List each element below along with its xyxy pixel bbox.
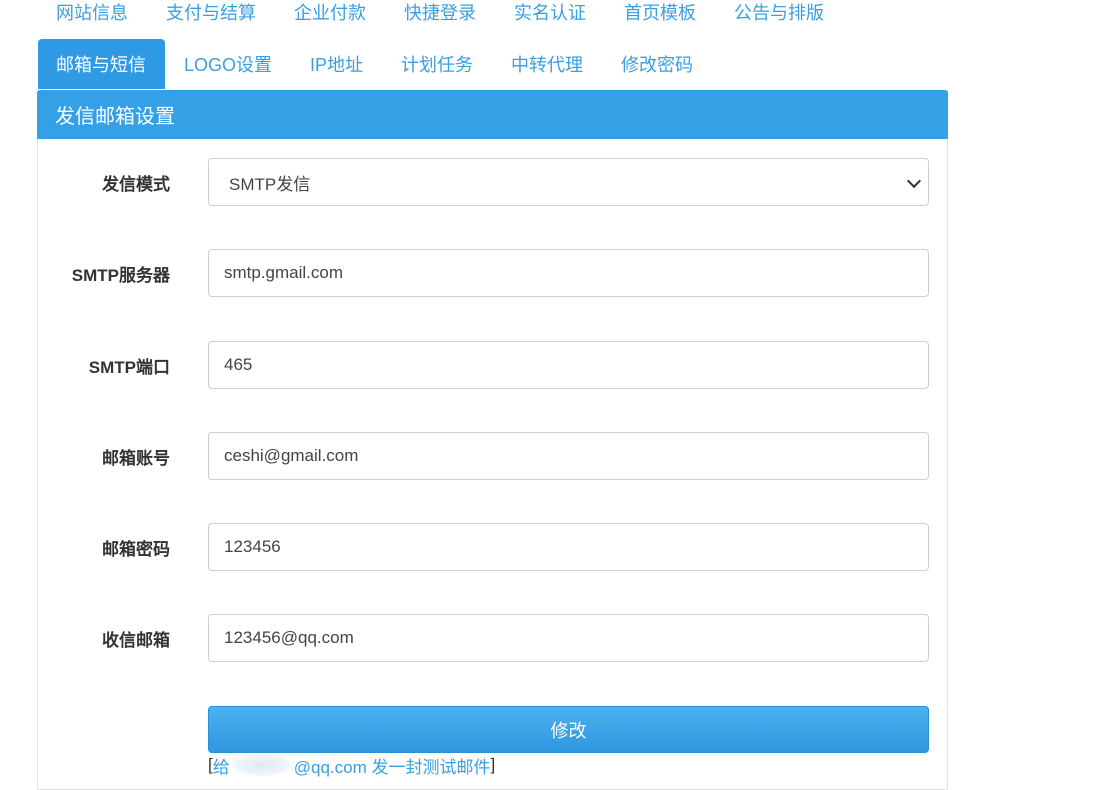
receiver-mail-input[interactable]: [208, 614, 929, 662]
mail-password-label: 邮箱密码: [102, 539, 170, 559]
send-test-mail-link[interactable]: 给 @qq.com 发一封测试邮件: [212, 753, 491, 778]
smtp-port-input[interactable]: [208, 341, 929, 389]
form-row-smtp-server: SMTP服务器: [37, 249, 948, 297]
tab-logo-settings[interactable]: LOGO设置: [165, 39, 291, 89]
chevron-down-icon: [906, 173, 922, 189]
send-mode-select[interactable]: SMTP发信: [208, 158, 929, 206]
form-row-mail-password: 邮箱密码: [37, 523, 948, 571]
nav-row-secondary: 邮箱与短信 LOGO设置 IP地址 计划任务 中转代理 修改密码: [38, 39, 712, 89]
panel-title: 发信邮箱设置: [37, 90, 948, 139]
test-mail-line: [ 给 @qq.com 发一封测试邮件 ]: [208, 753, 495, 777]
tab-ip-address[interactable]: IP地址: [291, 39, 382, 89]
tab-change-password[interactable]: 修改密码: [602, 39, 712, 89]
form-row-smtp-port: SMTP端口: [37, 341, 948, 389]
submit-button[interactable]: 修改: [208, 706, 929, 753]
smtp-server-label: SMTP服务器: [71, 265, 170, 285]
redacted-email-mask: [231, 754, 292, 776]
smtp-port-label: SMTP端口: [88, 357, 170, 377]
form-row-send-mode: 发信模式 SMTP发信: [37, 158, 948, 206]
send-mode-label: 发信模式: [102, 174, 170, 194]
test-mail-close-bracket: ]: [490, 755, 496, 774]
tab-announcement-layout[interactable]: 公告与排版: [715, 0, 843, 32]
tab-mail-sms[interactable]: 邮箱与短信: [38, 39, 165, 89]
mail-account-label: 邮箱账号: [102, 448, 170, 468]
tab-scheduled-tasks[interactable]: 计划任务: [382, 39, 492, 89]
send-mode-value: SMTP发信: [229, 174, 311, 194]
test-mail-suffix: @qq.com 发一封测试邮件: [293, 757, 491, 777]
receiver-mail-label: 收信邮箱: [102, 630, 170, 650]
tab-quick-login[interactable]: 快捷登录: [385, 0, 495, 32]
tab-payment-settlement[interactable]: 支付与结算: [147, 0, 275, 32]
tab-real-name-auth[interactable]: 实名认证: [495, 0, 605, 32]
form-row-mail-account: 邮箱账号: [37, 432, 948, 480]
tab-enterprise-payment[interactable]: 企业付款: [275, 0, 385, 32]
tab-relay-proxy[interactable]: 中转代理: [492, 39, 602, 89]
smtp-server-input[interactable]: [208, 249, 929, 297]
mail-account-input[interactable]: [208, 432, 929, 480]
form-row-receiver-mail: 收信邮箱: [37, 614, 948, 662]
test-mail-prefix: 给: [212, 757, 230, 777]
mail-password-input[interactable]: [208, 523, 929, 571]
nav-row-primary: 网站信息 支付与结算 企业付款 快捷登录 实名认证 首页模板 公告与排版: [38, 0, 843, 32]
tab-site-info[interactable]: 网站信息: [38, 0, 147, 32]
tab-homepage-template[interactable]: 首页模板: [605, 0, 715, 32]
